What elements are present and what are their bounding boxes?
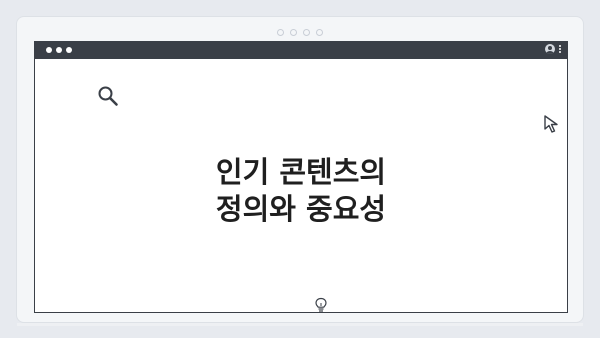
lightbulb-icon xyxy=(314,297,328,317)
cursor-pointer-icon xyxy=(543,114,563,138)
bottom-strip xyxy=(17,323,583,326)
kebab-menu-icon[interactable] xyxy=(559,45,561,53)
page-headline: 인기 콘텐츠의 정의와 중요성 xyxy=(35,154,567,228)
dot xyxy=(303,29,310,36)
pagination-dots xyxy=(17,29,583,36)
headline-line-2: 정의와 중요성 xyxy=(215,192,387,226)
dot xyxy=(277,29,284,36)
maximize-dot[interactable] xyxy=(66,47,72,53)
dot xyxy=(290,29,297,36)
search-icon xyxy=(97,85,119,111)
headline-line-1: 인기 콘텐츠의 xyxy=(215,155,387,189)
close-dot[interactable] xyxy=(46,47,52,53)
titlebar-actions xyxy=(545,44,561,54)
window-controls xyxy=(46,47,72,53)
outer-card: 인기 콘텐츠의 정의와 중요성 xyxy=(17,17,583,322)
minimize-dot[interactable] xyxy=(56,47,62,53)
browser-titlebar xyxy=(35,42,567,59)
profile-icon[interactable] xyxy=(545,44,555,54)
browser-window: 인기 콘텐츠의 정의와 중요성 xyxy=(34,41,568,313)
dot xyxy=(316,29,323,36)
